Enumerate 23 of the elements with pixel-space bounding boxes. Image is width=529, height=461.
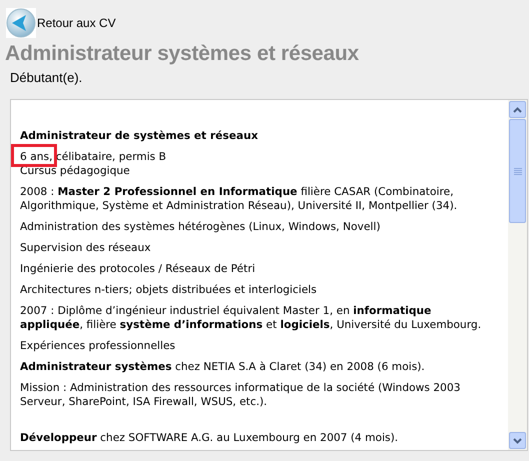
chevron-up-icon <box>513 106 522 112</box>
cv-paragraph: 2008 : Master 2 Professionnel en Informatique filière CASAR (Combinatoire, Algorithmique, Système et Administration Réseau), Université II, Montpellier (34). <box>20 185 458 213</box>
cv-paragraph: Expériences professionnelles <box>20 339 176 353</box>
chevron-down-icon <box>513 438 522 444</box>
cv-paragraph: Mission : Administration des ressources informatique de la société (Windows 2003 Serveur, SharePoint, ISA Firewall, WSUS, etc.). <box>20 381 462 409</box>
cv-paragraph: Administrateur de systèmes et réseaux <box>20 129 259 143</box>
scroll-down-button[interactable] <box>509 432 526 449</box>
cv-paragraph: Architectures n-tiers; objets distribuées et interlogiciels <box>20 283 318 297</box>
cv-paragraph: Supervision des réseaux <box>20 241 152 255</box>
page-title: Administrateur systèmes et réseaux <box>5 41 360 67</box>
scrollbar[interactable] <box>508 100 527 450</box>
scroll-up-button[interactable] <box>509 101 526 118</box>
back-link[interactable]: Retour aux CV <box>6 8 116 38</box>
grip-icon <box>514 168 522 174</box>
scroll-thumb[interactable] <box>509 119 526 223</box>
back-arrow-icon <box>6 8 36 38</box>
cv-paragraph: 2007 : Diplôme d’ingénieur industriel équivalent Master 1, en informatique appliquée, filière système d’informations et logiciels, Université du Luxembourg. <box>20 304 482 332</box>
experience-level: Débutant(e). <box>10 70 84 86</box>
cv-paragraph: Ingénierie des protocoles / Réseaux de Pétri <box>20 262 256 276</box>
cv-paragraph: Développeur chez SOFTWARE A.G. au Luxembourg en 2007 (4 mois). <box>20 431 400 445</box>
cv-paragraph: Administrateur systèmes chez NETIA S.A à Claret (34) en 2008 (6 mois). <box>20 360 426 374</box>
cv-paragraph: Administration des systèmes hétérogènes (Linux, Windows, Novell) <box>20 220 382 234</box>
cv-paragraph: 6 ans, célibataire, permis B Cursus pédagogique <box>20 150 168 178</box>
